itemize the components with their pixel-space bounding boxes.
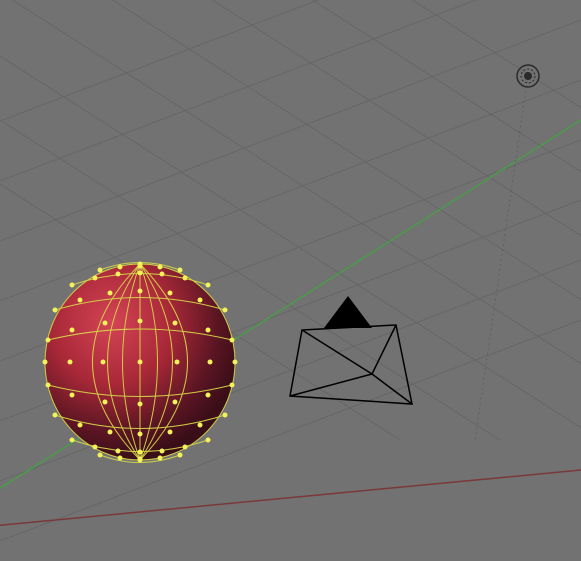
- lamp-object[interactable]: [517, 65, 539, 87]
- 3d-viewport[interactable]: [0, 0, 581, 561]
- sphere-object[interactable]: [43, 262, 238, 463]
- sphere-vertices: [43, 262, 238, 463]
- lamp-origin-line: [475, 76, 528, 440]
- camera-object[interactable]: [290, 296, 412, 404]
- x-axis: [0, 470, 581, 530]
